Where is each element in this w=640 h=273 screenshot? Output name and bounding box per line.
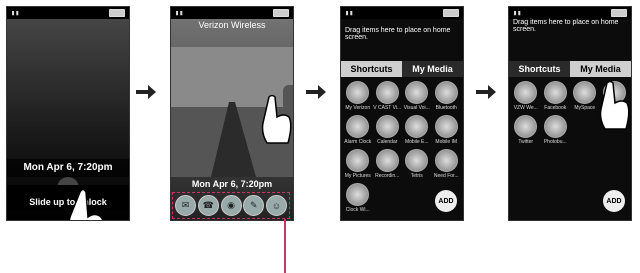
app-item[interactable]: My Pictures (343, 149, 373, 179)
home-date: Mon Apr 6, 7:20pm (191, 179, 273, 189)
app-item[interactable]: Photobu... (541, 115, 571, 145)
arrow-icon (136, 85, 156, 99)
web-icon (514, 81, 538, 104)
drawer-tabs: Shortcuts My Media (509, 61, 631, 77)
hand-icon (261, 95, 292, 144)
game-icon (434, 149, 458, 172)
battery-icon (273, 9, 289, 17)
drag-hint: Drag items here to place on home screen. (513, 19, 619, 33)
media-screen: ▮▮ Drag items here to place on home scre… (508, 6, 632, 221)
signal-icon: ▮▮ (11, 9, 20, 17)
app-item[interactable]: Alarm Clock (343, 115, 373, 145)
status-bar: ▮▮ (7, 7, 129, 19)
app-item[interactable]: Calendar (373, 115, 403, 145)
app-item[interactable]: V CAST Vi... (373, 81, 403, 111)
facebook-icon (543, 81, 567, 104)
clock-widget-icon (346, 183, 370, 206)
voicemail-icon (405, 81, 429, 104)
tab-my-media[interactable]: My Media (402, 61, 463, 77)
myspace-icon (573, 81, 597, 104)
app-item[interactable]: Mobile IM (432, 115, 462, 145)
callout-line (284, 219, 286, 273)
status-bar: ▮▮ (509, 7, 631, 19)
vcast-icon (375, 81, 399, 104)
home-screen: ▮▮ Verizon Wireless Mon Apr 6, 7:20pm ✉ … (170, 6, 294, 221)
app-item[interactable]: Mobile E... (402, 115, 432, 145)
battery-icon (443, 9, 459, 17)
pictures-icon (346, 149, 370, 172)
calendar-icon (375, 115, 399, 138)
hand-icon (599, 81, 630, 130)
app-item[interactable]: My Verizon (343, 81, 373, 111)
add-button[interactable]: ADD (435, 190, 457, 212)
app-item[interactable]: VZW We... (511, 81, 541, 111)
app-item[interactable]: Bluetooth (432, 81, 462, 111)
photobucket-icon (543, 115, 567, 138)
arrow-icon (306, 85, 326, 99)
app-item[interactable]: Facebook (541, 81, 571, 111)
app-item[interactable]: Twitter (511, 115, 541, 145)
status-bar: ▮▮ (341, 7, 463, 19)
mail-icon[interactable]: ✉ (175, 195, 196, 216)
tetris-icon (405, 149, 429, 172)
app-item[interactable]: MySpace (570, 81, 600, 111)
app-item[interactable]: Tetris (402, 149, 432, 179)
drag-hint: Drag items here to place on home screen. (345, 27, 451, 41)
im-icon (434, 115, 458, 138)
lock-screen: ▮▮ Mon Apr 6, 7:20pm Slide up to unlock (6, 6, 130, 221)
dock-bar: ✉ ☎ ◉ ✎ ☺ (172, 192, 290, 219)
phone-icon[interactable]: ☎ (197, 195, 219, 216)
battery-icon (109, 9, 125, 17)
drawer-tabs: Shortcuts My Media (341, 61, 463, 77)
people-icon[interactable]: ☺ (266, 195, 287, 216)
battery-icon (611, 9, 627, 17)
email-icon (405, 115, 429, 138)
app-item[interactable]: Clock Wi... (343, 183, 373, 213)
verizon-icon (346, 81, 370, 104)
tab-shortcuts[interactable]: Shortcuts (509, 61, 570, 77)
tab-shortcuts[interactable]: Shortcuts (341, 61, 402, 77)
bluetooth-icon (434, 81, 458, 104)
add-button[interactable]: ADD (603, 190, 625, 212)
arrow-icon (476, 85, 496, 99)
status-bar: ▮▮ (171, 7, 293, 19)
lock-date: Mon Apr 6, 7:20pm (7, 159, 129, 177)
messaging-icon[interactable]: ✎ (243, 195, 265, 216)
carrier-name: Verizon Wireless (198, 20, 266, 30)
signal-icon: ▮▮ (513, 9, 522, 17)
shortcuts-screen: ▮▮ Drag items here to place on home scre… (340, 6, 464, 221)
signal-icon: ▮▮ (345, 9, 354, 17)
clock-icon (346, 115, 370, 138)
signal-icon: ▮▮ (175, 9, 184, 17)
app-item[interactable]: Visual Voi... (402, 81, 432, 111)
tab-my-media[interactable]: My Media (570, 61, 631, 77)
twitter-icon (514, 115, 538, 138)
app-item[interactable]: Recordin... (373, 149, 403, 179)
app-item[interactable]: Need For... (432, 149, 462, 179)
contacts-icon[interactable]: ◉ (220, 195, 242, 216)
recorder-icon (375, 149, 399, 172)
hand-icon (68, 188, 104, 220)
